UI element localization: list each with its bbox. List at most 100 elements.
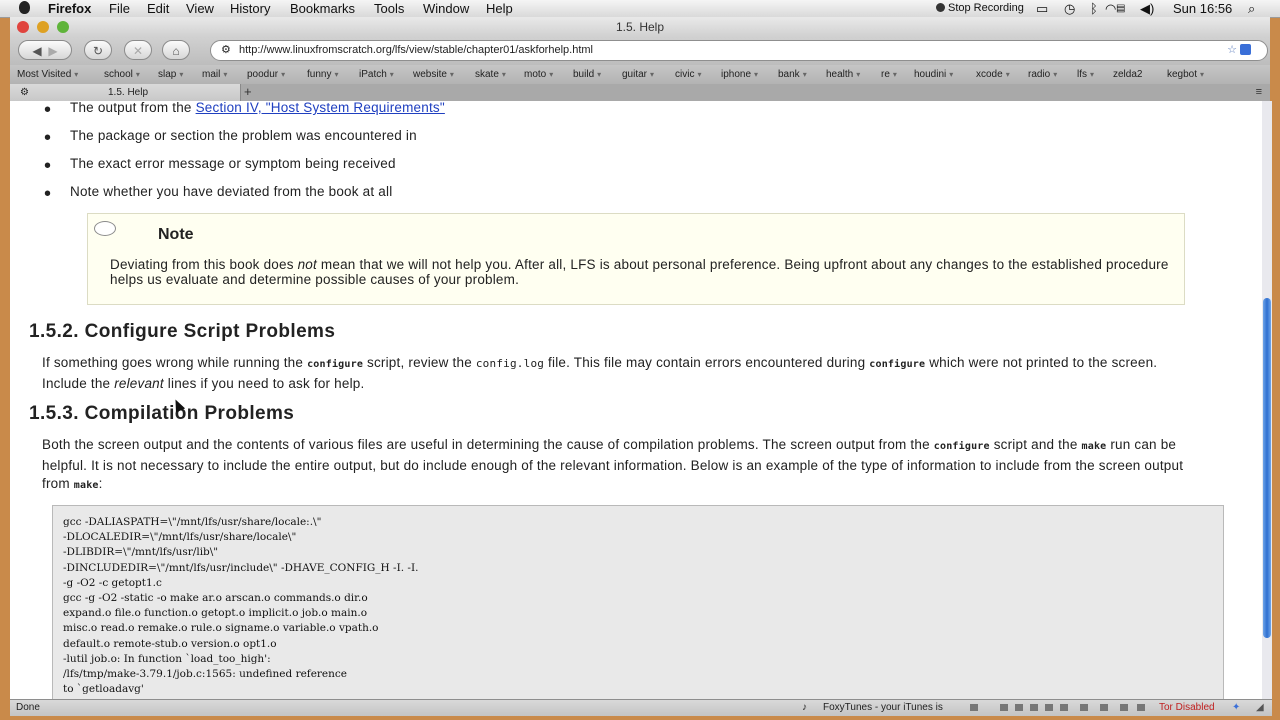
zoom-window-icon[interactable] [57,21,69,33]
code-line: -DLIBDIR=\"/mnt/lfs/usr/lib\" [63,546,219,559]
note-box: Note Deviating from this book does not m… [87,213,1185,305]
menu-help[interactable]: Help [486,0,513,17]
bookmark-label: iPatch [359,69,387,80]
bookmark-folder[interactable]: zelda2 [1113,65,1142,84]
bookmark-most-visited[interactable]: Most Visited ▾ [17,65,78,84]
paragraph-compilation: Both the screen output and the contents … [42,436,1202,496]
bookmark-folder[interactable]: radio ▾ [1028,65,1057,84]
reload-button[interactable]: ↻ [84,40,112,60]
play-icon[interactable] [1015,704,1023,711]
bookmark-folder[interactable]: build ▾ [573,65,601,84]
bookmark-folder[interactable]: iPatch ▾ [359,65,394,84]
back-arrow-icon[interactable]: ◀ [32,44,41,58]
minimize-window-icon[interactable] [37,21,49,33]
menu-tools[interactable]: Tools [374,0,404,17]
bookmark-folder[interactable]: kegbot ▾ [1167,65,1204,84]
status-bar: Done ♪ FoxyTunes - your iTunes is Tor Di… [10,699,1272,716]
text: file. This file may contain errors encou… [544,355,870,370]
bookmark-folder[interactable]: poodur ▾ [247,65,285,84]
page-info-icon[interactable] [1240,44,1251,55]
bookmark-label: Most Visited [17,69,72,80]
input-flag-icon[interactable]: ▤ [1116,0,1125,17]
code-block: gcc -DALIASPATH=\"/mnt/lfs/usr/share/loc… [52,505,1224,699]
record-icon [936,3,945,12]
app-menu-firefox[interactable]: Firefox [48,0,91,17]
scrollbar-thumb[interactable] [1263,298,1271,638]
bullet: • [44,101,52,121]
code-line: -DLOCALEDIR=\"/mnt/lfs/usr/share/locale\… [63,531,297,544]
code-line: default.o remote-stub.o version.o opt1.o [63,637,277,650]
bookmark-folder[interactable]: iphone ▾ [721,65,758,84]
bookmark-folder[interactable]: skate ▾ [475,65,506,84]
bookmark-folder[interactable]: houdini ▾ [914,65,953,84]
menu-window[interactable]: Window [423,0,469,17]
bookmark-folder[interactable]: mail ▾ [202,65,227,84]
spotlight-icon[interactable]: ⌕ [1248,0,1255,17]
tor-status[interactable]: Tor Disabled [1159,700,1215,716]
bookmark-label: mail [202,69,221,80]
stop-icon: ✕ [132,44,144,58]
bookmark-folder[interactable]: moto ▾ [524,65,553,84]
bookmark-folder[interactable]: website ▾ [413,65,454,84]
code-line: to `getloadavg' [63,683,144,696]
tab-active[interactable]: ⚙ 1.5. Help [10,84,241,101]
next-track-icon[interactable] [1060,704,1068,711]
volume-icon[interactable]: ◀) [1140,0,1154,17]
menu-file[interactable]: File [109,0,130,17]
vertical-scrollbar[interactable] [1262,101,1272,699]
tab-bar: ⚙ 1.5. Help + ≡ [10,84,1270,102]
mac-menu-bar: Firefox File Edit View History Bookmarks… [0,0,1280,18]
host-system-requirements-link[interactable]: Section IV, "Host System Requirements" [196,101,445,115]
bookmark-folder[interactable]: health ▾ [826,65,860,84]
firebug-icon[interactable]: ✦ [1232,700,1240,716]
bookmark-folder[interactable]: school ▾ [104,65,140,84]
display-icon[interactable]: ▭ [1036,0,1048,17]
apple-logo-icon[interactable] [19,1,30,14]
reload-icon: ↻ [92,44,104,58]
foxytunes-options-icon[interactable] [1100,704,1108,711]
back-forward-buttons[interactable]: ◀ ▶ [18,40,72,60]
time-machine-icon[interactable]: ◷ [1064,0,1075,17]
menu-history[interactable]: History [230,0,270,17]
bluetooth-icon[interactable]: ᛒ [1090,0,1098,17]
bookmark-label: lfs [1077,69,1087,80]
menu-view[interactable]: View [186,0,214,17]
bookmark-folder[interactable]: lfs ▾ [1077,65,1094,84]
foxytunes-control-icon[interactable] [970,704,978,711]
menu-bookmarks[interactable]: Bookmarks [290,0,355,17]
bookmark-folder[interactable]: bank ▾ [778,65,807,84]
bookmark-label: radio [1028,69,1051,80]
stop-recording-status[interactable]: Stop Recording [936,0,1024,17]
bookmark-folder[interactable]: xcode ▾ [976,65,1010,84]
new-tab-button[interactable]: + [244,84,252,100]
home-button[interactable]: ⌂ [162,40,190,60]
menu-edit[interactable]: Edit [147,0,169,17]
close-window-icon[interactable] [17,21,29,33]
note-text: Deviating from this book does [110,257,298,272]
resize-grip-icon[interactable]: ◢ [1256,700,1264,716]
stop-button[interactable]: ✕ [124,40,152,60]
addon-icon[interactable] [1137,704,1145,711]
volume-control-icon[interactable] [1080,704,1088,711]
bookmark-folder[interactable]: slap ▾ [158,65,183,84]
text: : [98,476,103,491]
bookmark-folder[interactable]: re ▾ [881,65,897,84]
bookmark-folder[interactable]: guitar ▾ [622,65,654,84]
bookmark-folder[interactable]: civic ▾ [675,65,701,84]
previous-track-icon[interactable] [1000,704,1008,711]
pause-icon[interactable] [1030,704,1038,711]
wifi-icon[interactable]: ◠ [1105,0,1116,17]
rating-icon[interactable] [1120,704,1128,711]
forward-arrow-icon[interactable]: ▶ [48,44,57,58]
list-item-text: The output from the [70,101,196,115]
url-text[interactable]: http://www.linuxfromscratch.org/lfs/view… [239,41,593,60]
foxytunes-icon[interactable]: ♪ [802,700,807,716]
foxytunes-text[interactable]: FoxyTunes - your iTunes is [823,700,943,716]
text: If something goes wrong while running th… [42,355,308,370]
tab-list-icon[interactable]: ≡ [1256,84,1262,100]
url-bar[interactable]: ⚙ http://www.linuxfromscratch.org/lfs/vi… [210,40,1268,61]
stop-track-icon[interactable] [1045,704,1053,711]
bookmark-folder[interactable]: funny ▾ [307,65,338,84]
bookmark-star-icon[interactable]: ☆ [1227,41,1237,60]
menubar-clock[interactable]: Sun 16:56 [1173,0,1232,17]
